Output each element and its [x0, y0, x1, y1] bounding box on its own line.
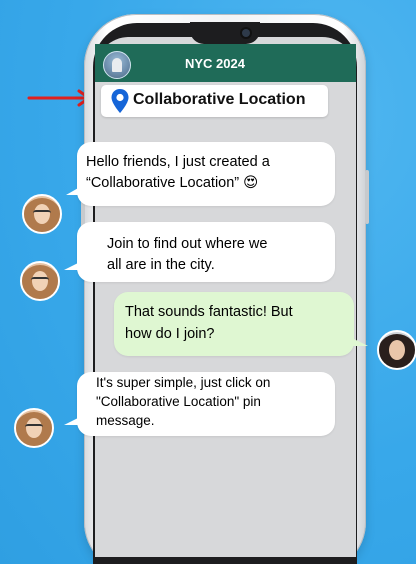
avatar-face [389, 340, 405, 360]
message-text-line: That sounds fantastic! But [125, 304, 293, 320]
camera-icon [242, 29, 250, 37]
message-text-line: all are in the city. [107, 257, 215, 273]
message-text-line: Join to find out where we [107, 236, 268, 252]
friend-avatar[interactable] [20, 261, 60, 301]
message-text-line: “Collaborative Location” 😍 [86, 175, 259, 191]
friend-avatar[interactable] [14, 408, 54, 448]
avatar-glasses [25, 424, 43, 431]
message-text-line: message. [96, 413, 155, 428]
avatar-glasses [33, 210, 51, 217]
bubble-tail [64, 417, 80, 425]
message-text-line: It's super simple, just click on [96, 375, 271, 390]
avatar-glasses [31, 277, 49, 284]
my-avatar[interactable] [377, 330, 416, 370]
capitol-icon [112, 58, 122, 72]
friend-avatar[interactable] [22, 194, 62, 234]
group-avatar[interactable] [103, 51, 131, 79]
message-text-line: Hello friends, I just created a [86, 154, 270, 170]
pinned-message-label[interactable]: Collaborative Location [133, 91, 305, 109]
bubble-tail [352, 338, 368, 346]
bubble-tail [64, 262, 80, 270]
bubble-tail [66, 187, 80, 195]
group-name[interactable]: NYC 2024 [160, 56, 270, 71]
power-button [365, 170, 369, 224]
message-text-line: how do I join? [125, 326, 215, 342]
location-pin-icon [111, 89, 129, 113]
message-text-line: "Collaborative Location" pin [96, 394, 261, 409]
